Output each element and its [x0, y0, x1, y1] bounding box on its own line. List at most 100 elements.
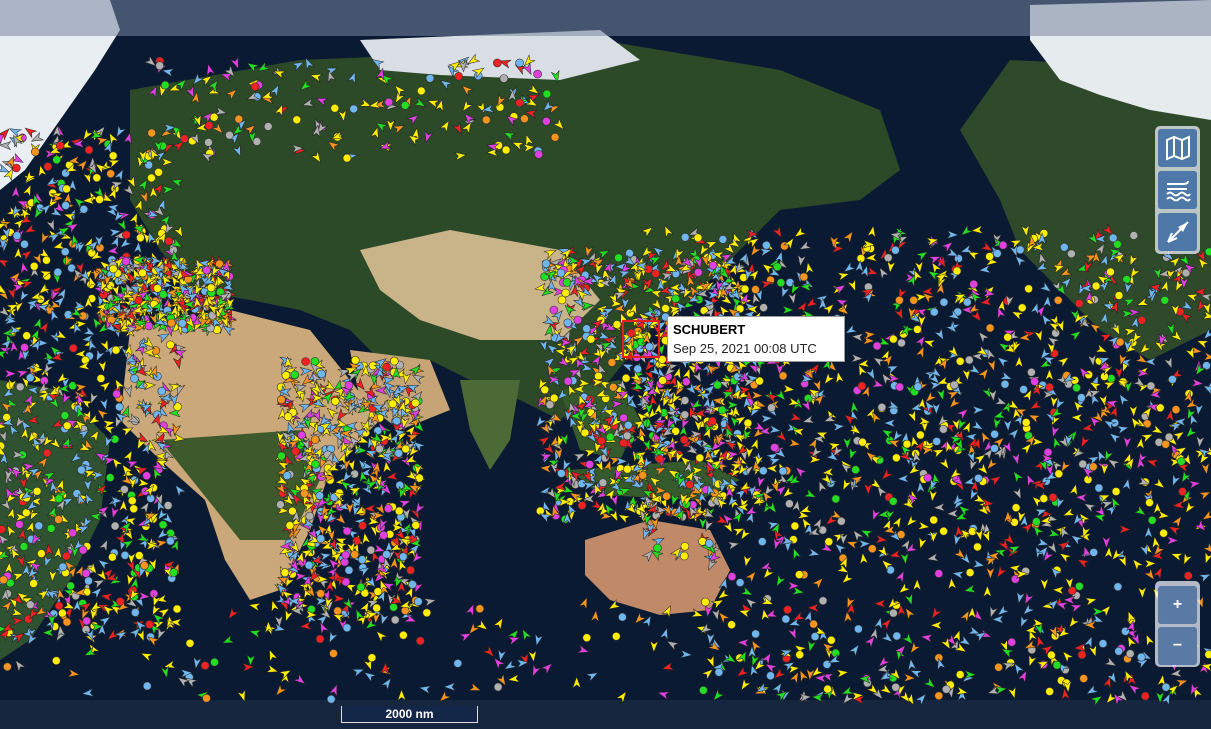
- vessel-marker-anchored[interactable]: [206, 283, 216, 293]
- vessel-marker-anchored[interactable]: [1032, 517, 1041, 526]
- vessel-marker-anchored[interactable]: [836, 516, 846, 526]
- vessel-marker-anchored[interactable]: [623, 464, 632, 474]
- vessel-marker-anchored[interactable]: [1113, 582, 1123, 592]
- vessel-marker-anchored[interactable]: [778, 466, 788, 476]
- vessel-marker-anchored[interactable]: [1125, 649, 1135, 659]
- vessel-marker-anchored[interactable]: [1017, 303, 1027, 313]
- vessel-marker-anchored[interactable]: [61, 201, 70, 210]
- vessel-marker-anchored[interactable]: [30, 147, 40, 157]
- vessel-marker-anchored[interactable]: [415, 636, 425, 646]
- vessel-marker-anchored[interactable]: [955, 670, 965, 679]
- vessel-marker-anchored[interactable]: [54, 515, 63, 524]
- vessel-marker-anchored[interactable]: [872, 341, 882, 351]
- weather-button[interactable]: [1158, 171, 1197, 209]
- vessel-marker-anchored[interactable]: [42, 255, 51, 265]
- vessel-marker-anchored[interactable]: [704, 539, 714, 548]
- vessel-marker-anchored[interactable]: [1074, 299, 1084, 308]
- vessel-marker-anchored[interactable]: [390, 615, 400, 625]
- vessel-marker-anchored[interactable]: [939, 526, 948, 536]
- vessel-marker-anchored[interactable]: [770, 443, 779, 452]
- vessel-marker-anchored[interactable]: [1011, 503, 1021, 513]
- vessel-marker-anchored[interactable]: [29, 261, 39, 271]
- vessel-marker-anchored[interactable]: [383, 504, 393, 513]
- vessel-marker-anchored[interactable]: [12, 231, 22, 240]
- vessel-marker-anchored[interactable]: [159, 290, 168, 299]
- vessel-marker-anchored[interactable]: [392, 416, 402, 426]
- vessel-marker-anchored[interactable]: [373, 587, 383, 596]
- vessel-marker-anchored[interactable]: [1045, 687, 1054, 696]
- vessel-marker-anchored[interactable]: [582, 324, 591, 334]
- vessel-marker-anchored[interactable]: [985, 252, 994, 261]
- vessel-marker-anchored[interactable]: [891, 245, 900, 255]
- vessel-marker-anchored[interactable]: [382, 362, 392, 372]
- vessel-marker-anchored[interactable]: [1052, 660, 1062, 670]
- vessel-marker-anchored[interactable]: [394, 448, 404, 458]
- vessel-marker-anchored[interactable]: [888, 496, 898, 506]
- vessel-marker-anchored[interactable]: [163, 501, 173, 510]
- vessel-marker-anchored[interactable]: [932, 437, 942, 446]
- vessel-marker-anchored[interactable]: [425, 74, 435, 83]
- vessel-marker-anchored[interactable]: [708, 261, 718, 270]
- vessel-marker-anchored[interactable]: [68, 528, 77, 538]
- vessel-marker-anchored[interactable]: [1024, 284, 1033, 294]
- vessel-marker-anchored[interactable]: [115, 402, 124, 412]
- vessel-marker-anchored[interactable]: [658, 376, 667, 385]
- vessel-marker-anchored[interactable]: [66, 581, 75, 591]
- zoom-out-button[interactable]: −: [1158, 627, 1197, 665]
- vessel-marker-anchored[interactable]: [1091, 281, 1101, 291]
- vessel-marker-anchored[interactable]: [727, 572, 737, 581]
- vessel-marker-anchored[interactable]: [0, 575, 8, 585]
- vessel-marker-anchored[interactable]: [315, 491, 325, 500]
- vessel-marker-anchored[interactable]: [153, 284, 162, 293]
- vessel-marker-anchored[interactable]: [1003, 332, 1013, 342]
- vessel-marker-anchored[interactable]: [481, 115, 491, 125]
- vessel-marker-anchored[interactable]: [929, 307, 939, 317]
- vessel-marker-anchored[interactable]: [209, 112, 219, 122]
- vessel-marker-anchored[interactable]: [1146, 381, 1156, 391]
- vessel-marker-anchored[interactable]: [693, 233, 703, 243]
- vessel-marker-anchored[interactable]: [679, 551, 689, 561]
- vessel-marker-anchored[interactable]: [357, 555, 367, 564]
- vessel-marker-anchored[interactable]: [913, 382, 923, 392]
- vessel-marker-anchored[interactable]: [252, 137, 262, 146]
- vessel-marker-anchored[interactable]: [1072, 383, 1081, 393]
- vessel-marker-anchored[interactable]: [210, 657, 219, 667]
- vessel-marker-anchored[interactable]: [540, 385, 550, 395]
- vessel-marker-anchored[interactable]: [541, 259, 551, 269]
- vessel-marker-anchored[interactable]: [110, 521, 120, 531]
- vessel-marker-anchored[interactable]: [316, 534, 326, 544]
- vessel-marker-anchored[interactable]: [941, 684, 951, 694]
- vessel-marker-anchored[interactable]: [122, 230, 131, 240]
- vessel-marker-anchored[interactable]: [1021, 418, 1031, 427]
- vessel-marker-anchored[interactable]: [767, 403, 776, 413]
- vessel-marker-anchored[interactable]: [680, 396, 690, 405]
- vessel-marker-anchored[interactable]: [95, 195, 104, 204]
- vessel-marker-anchored[interactable]: [225, 130, 234, 140]
- vessel-marker-anchored[interactable]: [685, 480, 694, 489]
- vessel-marker-anchored[interactable]: [136, 233, 145, 243]
- vessel-marker-anchored[interactable]: [315, 634, 325, 644]
- vessel-marker-anchored[interactable]: [909, 295, 919, 305]
- vessel-marker-anchored[interactable]: [135, 551, 144, 560]
- vessel-marker-anchored[interactable]: [285, 521, 295, 530]
- vessel-marker-anchored[interactable]: [301, 357, 310, 366]
- vessel-marker-anchored[interactable]: [344, 565, 354, 575]
- vessel-marker-anchored[interactable]: [384, 97, 394, 107]
- vessel-marker-anchored[interactable]: [22, 331, 32, 341]
- vessel-marker-anchored[interactable]: [939, 297, 949, 307]
- vessel-marker-anchored[interactable]: [107, 315, 116, 325]
- vessel-marker-anchored[interactable]: [389, 356, 399, 366]
- vessel-marker-anchored[interactable]: [399, 630, 408, 640]
- vessel-marker-anchored[interactable]: [973, 542, 982, 552]
- vessel-marker-anchored[interactable]: [622, 431, 632, 441]
- vessel-marker-anchored[interactable]: [60, 411, 70, 420]
- vessel-marker-anchored[interactable]: [735, 578, 745, 587]
- vessel-marker-anchored[interactable]: [653, 543, 662, 553]
- vessel-marker-anchored[interactable]: [120, 485, 129, 494]
- vessel-marker-anchored[interactable]: [280, 568, 290, 577]
- vessel-marker-anchored[interactable]: [1137, 315, 1147, 325]
- vessel-marker-anchored[interactable]: [662, 491, 671, 501]
- vessel-marker-anchored[interactable]: [1077, 393, 1086, 402]
- vessel-marker-anchored[interactable]: [1078, 459, 1088, 469]
- vessel-marker-anchored[interactable]: [695, 453, 705, 463]
